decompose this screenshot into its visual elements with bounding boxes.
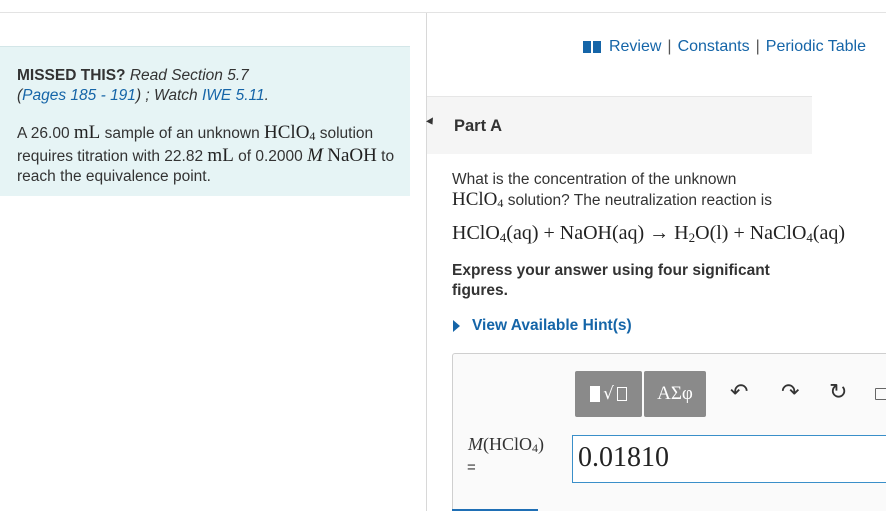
missed-this-line: MISSED THIS? Read Section 5.7 (17, 66, 410, 86)
eq-reactant-1: HClO (452, 222, 500, 244)
question-line-2-text: solution? The neutralization reaction is (507, 192, 772, 209)
acid-formula-base: HClO (264, 122, 310, 143)
view-hints-toggle[interactable]: View Available Hint(s) (453, 317, 632, 335)
sqrt-icon: √ (603, 384, 614, 404)
part-title: Part A (454, 117, 502, 135)
review-link[interactable]: Review (609, 38, 661, 56)
pages-link[interactable]: Pages 185 - 191 (22, 87, 136, 104)
collapse-caret-icon[interactable] (426, 117, 436, 127)
part-a-header[interactable]: Part A (426, 96, 812, 154)
base-formula: NaOH (327, 145, 377, 166)
neutralization-equation: HClO4(aq) + NaOH(aq) → H2O(l) + NaClO4(a… (452, 222, 845, 246)
problem-statement: A 26.00 mL sample of an unknown HClO4 so… (17, 123, 402, 187)
expand-caret-icon (453, 320, 460, 332)
read-section-text: Read Section 5.7 (129, 67, 249, 84)
missed-this-panel: MISSED THIS? Read Section 5.7 (Pages 185… (0, 46, 410, 196)
question-line-2: HClO4 solution? The neutralization react… (452, 190, 882, 213)
unit-ml-2: mL (207, 145, 234, 166)
keyboard-icon[interactable] (875, 388, 886, 400)
answer-label-formula: (HClO (483, 434, 532, 454)
eq-product-state: (aq) (812, 222, 846, 244)
unit-ml-1: mL (73, 122, 101, 143)
column-divider (426, 13, 427, 511)
greek-symbols-button[interactable]: ΑΣφ (644, 371, 706, 417)
watch-suffix: . (264, 87, 269, 104)
question-text: What is the concentration of the unknown… (452, 170, 882, 213)
acid-formula-subscript: 4 (309, 129, 316, 143)
hints-label: View Available Hint(s) (472, 317, 632, 334)
template-box-icon (616, 387, 627, 401)
problem-text-concentration: of 0.2000 (238, 148, 303, 165)
eq-product: O(l) + NaClO (695, 222, 807, 244)
molarity-symbol: M (307, 145, 323, 166)
answer-input[interactable]: 0.01810 (572, 435, 886, 483)
answer-panel: √ ΑΣφ ↶ ↷ ↻ M(HClO4) = 0.01810 (452, 353, 886, 511)
link-separator: | (667, 38, 672, 55)
answer-label-var: M (468, 434, 483, 454)
periodic-table-link[interactable]: Periodic Table (766, 38, 866, 56)
book-icon (582, 41, 601, 53)
answer-label: M(HClO4) (468, 434, 544, 456)
eq-middle: (aq) + NaOH(aq) → H (506, 222, 689, 244)
answer-label-close: ) (538, 434, 544, 454)
reset-icon[interactable]: ↻ (829, 382, 847, 404)
answer-instructions: Express your answer using four significa… (452, 262, 770, 299)
answer-equals: = (467, 459, 476, 476)
undo-icon[interactable]: ↶ (730, 382, 748, 404)
math-templates-button[interactable]: √ (575, 371, 642, 417)
template-block-icon (590, 386, 601, 402)
top-divider (0, 12, 886, 13)
question-acid-formula: HClO4 (452, 189, 504, 211)
problem-text-volume: A 26.00 (17, 125, 70, 142)
link-separator: | (755, 38, 760, 55)
acid-formula: HClO4 (264, 122, 316, 144)
constants-link[interactable]: Constants (678, 38, 750, 56)
question-acid-subscript: 4 (497, 196, 504, 210)
pages-close-paren: ) (135, 87, 142, 104)
question-line-1: What is the concentration of the unknown (452, 171, 737, 188)
watch-iwe-link[interactable]: IWE 5.11 (202, 87, 265, 104)
redo-icon[interactable]: ↷ (781, 382, 799, 404)
problem-text-sample: sample of an unknown (104, 125, 260, 142)
missed-this-label: MISSED THIS? (17, 67, 126, 84)
watch-prefix: ; Watch (145, 87, 198, 104)
resource-links: Review | Constants | Periodic Table (582, 38, 866, 56)
pages-line: (Pages 185 - 191) ; Watch IWE 5.11. (17, 86, 410, 106)
question-acid-base: HClO (452, 189, 498, 210)
